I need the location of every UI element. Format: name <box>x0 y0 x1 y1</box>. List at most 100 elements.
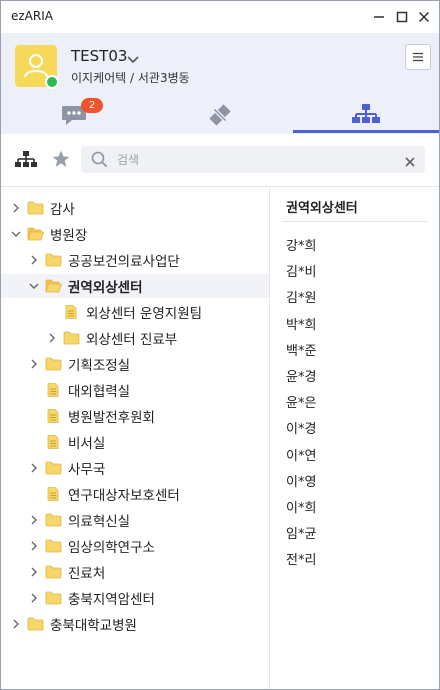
chevron-right-icon[interactable] <box>27 539 41 553</box>
chevron-right-icon[interactable] <box>9 201 23 215</box>
hamburger-icon <box>413 52 423 62</box>
maximize-button[interactable] <box>392 7 412 27</box>
chevron-right-icon[interactable] <box>27 565 41 579</box>
close-icon <box>418 11 430 23</box>
tree-node[interactable]: 공공보건의료사업단 <box>1 248 269 272</box>
member-item[interactable]: 강*희 <box>286 235 316 254</box>
folder-open-icon <box>27 227 44 241</box>
tree-node[interactable]: 대외협력실 <box>1 378 269 402</box>
search-box[interactable] <box>81 146 425 173</box>
chevron-down-icon[interactable] <box>27 279 41 293</box>
tab-organization[interactable] <box>293 97 439 133</box>
clear-search-icon[interactable] <box>404 153 416 172</box>
tree-node-label: 연구대상자보호센터 <box>68 488 180 504</box>
chevron-right-icon[interactable] <box>27 461 41 475</box>
tree-node-label: 비서실 <box>68 436 106 452</box>
tree-node-label: 충북지역암센터 <box>68 592 155 608</box>
tree-node[interactable]: 비서실 <box>1 430 269 454</box>
organization-tree: 감사병원장공공보건의료사업단권역외상센터외상센터 운영지원팀외상센터 진료부기획… <box>1 187 269 689</box>
document-icon <box>45 435 62 449</box>
folder-icon <box>63 331 80 345</box>
folder-icon <box>27 617 44 631</box>
chevron-down-icon[interactable] <box>126 50 140 69</box>
tree-node[interactable]: 충북지역암센터 <box>1 586 269 610</box>
tree-node-label: 진료처 <box>68 566 106 582</box>
chevron-down-icon[interactable] <box>9 227 23 241</box>
document-icon <box>45 383 62 397</box>
tree-node[interactable]: 병원장 <box>1 222 269 246</box>
tree-node[interactable]: 진료처 <box>1 560 269 584</box>
tree-node-label: 병원발전후원회 <box>68 410 155 426</box>
chevron-right-icon[interactable] <box>27 513 41 527</box>
tree-node-label: 임상의학연구소 <box>68 540 155 556</box>
folder-open-icon <box>45 279 62 293</box>
folder-icon <box>27 201 44 215</box>
document-icon <box>63 305 80 319</box>
member-item[interactable]: 임*균 <box>286 523 316 542</box>
member-divider <box>282 221 428 222</box>
tree-node-label: 감사 <box>50 202 75 218</box>
member-item[interactable]: 이*경 <box>286 418 316 437</box>
chevron-right-icon[interactable] <box>27 357 41 371</box>
tree-node[interactable]: 연구대상자보호센터 <box>1 482 269 506</box>
member-item[interactable]: 전*리 <box>286 549 316 568</box>
menu-button[interactable] <box>405 44 431 70</box>
tree-node[interactable]: 사무국 <box>1 456 269 480</box>
member-item[interactable]: 이*연 <box>286 445 316 464</box>
member-item[interactable]: 김*원 <box>286 287 316 306</box>
minimize-icon <box>374 16 384 18</box>
tab-collapse[interactable] <box>147 97 293 133</box>
tree-node[interactable]: 의료혁신실 <box>1 508 269 532</box>
member-item[interactable]: 김*비 <box>286 261 316 280</box>
tree-node-label: 대외협력실 <box>68 384 131 400</box>
member-item[interactable]: 박*희 <box>286 314 316 333</box>
tree-node-label: 외상센터 진료부 <box>86 332 178 348</box>
search-icon <box>91 151 108 172</box>
member-item[interactable]: 윤*경 <box>286 366 316 385</box>
folder-icon <box>45 461 62 475</box>
user-name[interactable]: TEST03 <box>71 47 127 65</box>
document-icon <box>45 409 62 423</box>
close-button[interactable] <box>414 7 434 27</box>
tool-row <box>1 134 439 187</box>
tree-node-label: 권역외상센터 <box>68 280 143 296</box>
tree-node[interactable]: 임상의학연구소 <box>1 534 269 558</box>
unread-badge: 2 <box>81 98 103 113</box>
tab-chat[interactable]: 2 <box>1 97 147 133</box>
member-item[interactable]: 이*영 <box>286 471 316 490</box>
chevron-right-icon[interactable] <box>27 591 41 605</box>
tree-node-label: 기획조정실 <box>68 358 131 374</box>
chevron-right-icon[interactable] <box>9 617 23 631</box>
organization-icon <box>352 103 380 123</box>
member-item[interactable]: 백*준 <box>286 340 316 359</box>
tree-node-label: 사무국 <box>68 462 106 478</box>
favorites-star-icon[interactable] <box>51 149 71 173</box>
app-window: ezARIA TEST03 이지케어텍 / 서관3병동 2 검색 감사 병원장 … <box>0 0 440 690</box>
member-item[interactable]: 이*희 <box>286 497 316 516</box>
chevron-right-icon[interactable] <box>45 331 59 345</box>
tree-node[interactable]: 권역외상센터 <box>1 274 269 298</box>
tree-node-label: 병원장 <box>50 228 88 244</box>
chevron-right-icon[interactable] <box>27 253 41 267</box>
profile-header: TEST03 이지케어텍 / 서관3병동 2 <box>1 33 439 134</box>
tree-node-label: 의료혁신실 <box>68 514 131 530</box>
folder-icon <box>45 591 62 605</box>
folder-icon <box>45 357 62 371</box>
tree-node-label: 충북대학교병원 <box>50 618 137 634</box>
folder-icon <box>45 539 62 553</box>
tree-node[interactable]: 외상센터 운영지원팀 <box>1 300 269 324</box>
folder-icon <box>45 253 62 267</box>
tree-node[interactable]: 감사 <box>1 196 269 220</box>
title-bar[interactable]: ezARIA <box>1 1 439 33</box>
tree-node[interactable]: 병원발전후원회 <box>1 404 269 428</box>
user-organization: 이지케어텍 / 서관3병동 <box>71 71 190 85</box>
collapse-icon <box>209 104 231 126</box>
tree-node[interactable]: 충북대학교병원 <box>1 612 269 636</box>
search-input[interactable] <box>115 150 399 170</box>
tree-node[interactable]: 외상센터 진료부 <box>1 326 269 350</box>
org-tree-view-icon[interactable] <box>15 150 37 174</box>
tree-node[interactable]: 기획조정실 <box>1 352 269 376</box>
member-item[interactable]: 윤*은 <box>286 392 316 411</box>
minimize-button[interactable] <box>369 7 389 27</box>
maximize-icon <box>396 11 408 23</box>
